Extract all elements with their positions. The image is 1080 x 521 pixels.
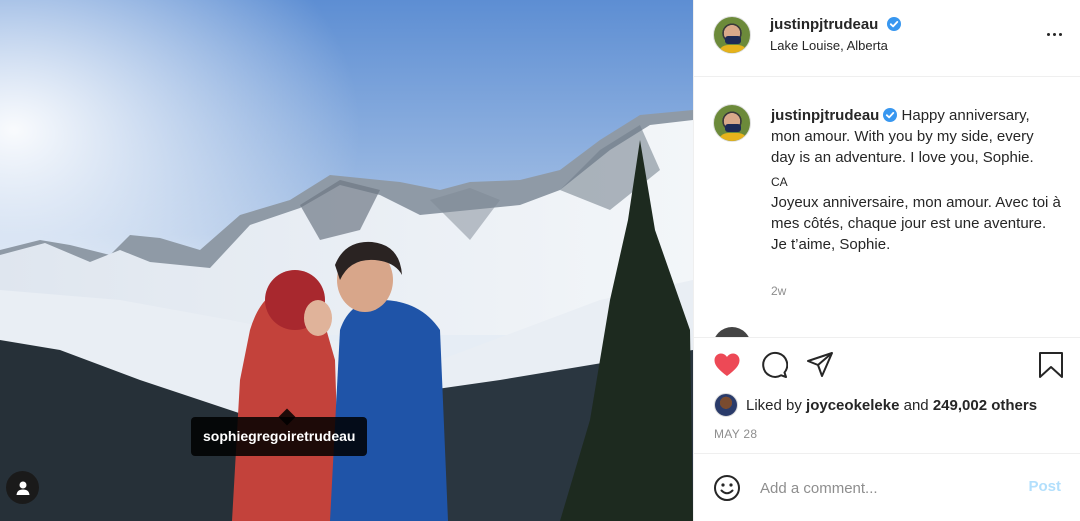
comment-input[interactable] — [760, 476, 1020, 500]
translation-label: CA — [771, 175, 788, 189]
person-icon — [16, 481, 29, 495]
author-avatar[interactable] — [713, 16, 751, 54]
post-location[interactable]: Lake Louise, Alberta — [770, 38, 888, 53]
liker-avatar[interactable] — [714, 393, 738, 417]
caption-text-fr: Joyeux anniversaire, mon amour. Avec toi… — [771, 194, 1061, 253]
next-comment-avatar[interactable] — [713, 327, 751, 337]
user-tag-icon[interactable] — [6, 471, 39, 504]
heart-icon[interactable] — [713, 351, 741, 379]
comments-area: justinpjtrudeau Happy anniversary, mon a… — [694, 78, 1080, 337]
more-options-icon[interactable] — [1044, 24, 1064, 44]
tag-username: sophiegregoiretrudeau — [203, 428, 356, 444]
post-date[interactable]: MAY 28 — [714, 427, 757, 441]
caption-author-username[interactable]: justinpjtrudeau — [771, 107, 879, 124]
author-name-line: justinpjtrudeau — [770, 16, 901, 34]
post-caption: justinpjtrudeau Happy anniversary, mon a… — [771, 105, 1061, 255]
emoji-icon[interactable] — [713, 474, 741, 502]
post-details-panel: justinpjtrudeau Lake Louise, Alberta jus… — [693, 0, 1080, 521]
likes-and: and — [903, 396, 929, 414]
post-comment-button[interactable]: Post — [1028, 478, 1061, 495]
comment-icon[interactable] — [760, 351, 788, 379]
likes-prefix: Liked by — [746, 396, 802, 414]
post-header: justinpjtrudeau Lake Louise, Alberta — [694, 0, 1080, 77]
liker-username[interactable]: joyceokeleke — [806, 397, 899, 414]
share-icon[interactable] — [806, 351, 834, 379]
verified-icon — [883, 108, 898, 122]
caption-author-avatar[interactable] — [713, 104, 751, 142]
likes-count[interactable]: 249,002 others — [933, 397, 1037, 414]
post-photo[interactable]: sophiegregoiretrudeau — [0, 0, 693, 521]
user-tag-label[interactable]: sophiegregoiretrudeau — [191, 417, 368, 456]
likes-summary: Liked by joyceokeleke and 249,002 others — [714, 392, 1037, 418]
author-username[interactable]: justinpjtrudeau — [770, 16, 878, 33]
bookmark-icon[interactable] — [1037, 351, 1065, 379]
caption-timestamp[interactable]: 2w — [771, 284, 786, 298]
verified-icon — [886, 17, 901, 31]
action-bar — [694, 337, 1080, 385]
add-comment-bar: Post — [694, 453, 1080, 521]
